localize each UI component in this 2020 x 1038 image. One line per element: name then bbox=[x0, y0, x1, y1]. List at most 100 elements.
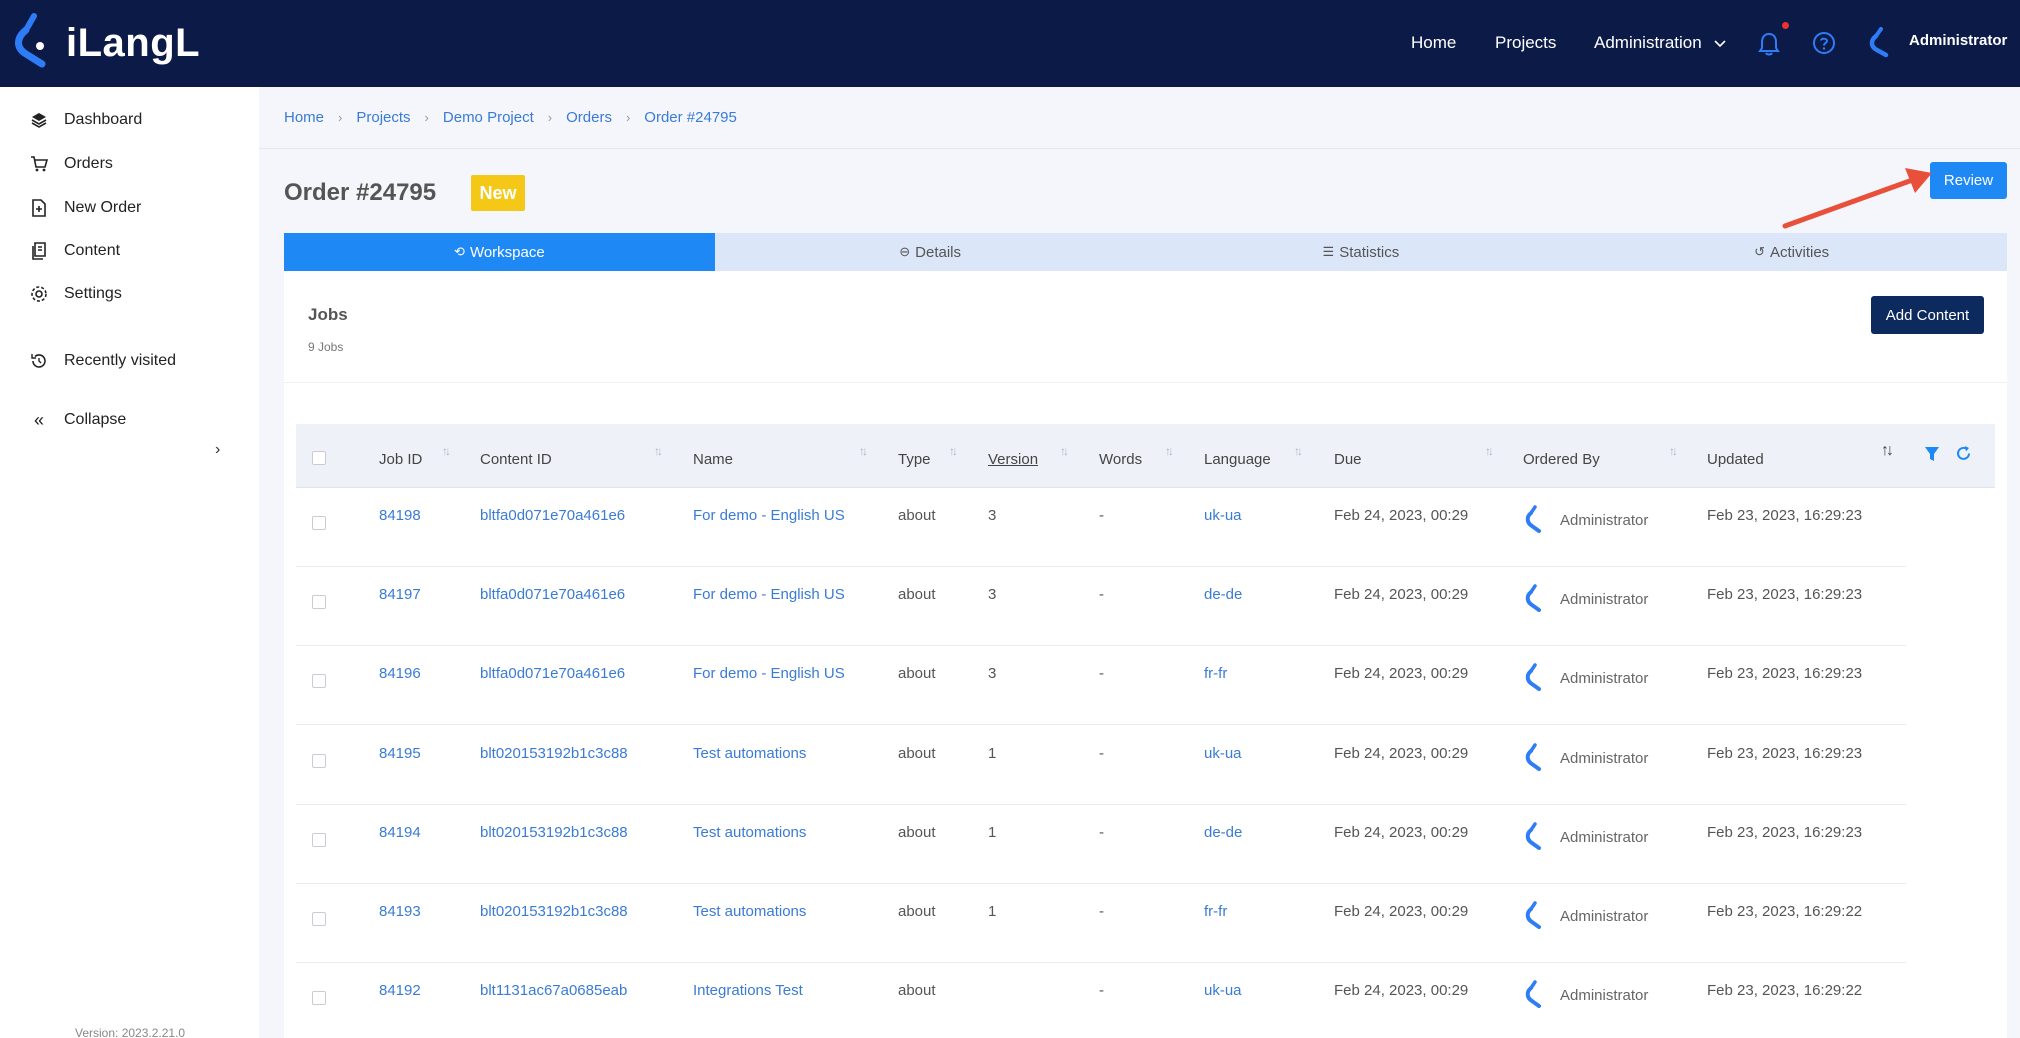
job-type: about bbox=[898, 744, 936, 762]
column-header-language[interactable]: Language bbox=[1204, 451, 1271, 468]
nav-administration-menu[interactable]: Administration bbox=[1594, 33, 1727, 53]
sidebar-item-orders[interactable]: Orders bbox=[28, 153, 113, 175]
sort-icon[interactable]: ↑↓ bbox=[1060, 444, 1069, 458]
row-checkbox[interactable] bbox=[312, 832, 326, 847]
job-id-link[interactable]: 84196 bbox=[379, 665, 421, 682]
status-badge: New bbox=[471, 175, 525, 211]
row-checkbox[interactable] bbox=[312, 753, 326, 768]
column-header-name[interactable]: Name bbox=[693, 451, 733, 468]
tab-activities[interactable]: ↺ Activities bbox=[1576, 233, 2007, 271]
refresh-icon[interactable] bbox=[1955, 445, 1972, 462]
job-name-link[interactable]: For demo - English US bbox=[693, 586, 845, 603]
breadcrumb-orders[interactable]: Orders bbox=[566, 109, 612, 126]
sort-icon[interactable]: ↑↓ bbox=[1294, 444, 1303, 458]
chevron-right-icon[interactable]: › bbox=[215, 441, 220, 459]
nav-projects-link[interactable]: Projects bbox=[1495, 33, 1556, 53]
column-header-words[interactable]: Words bbox=[1099, 451, 1142, 468]
row-checkbox[interactable] bbox=[312, 991, 326, 1006]
job-language-link[interactable]: de-de bbox=[1204, 824, 1242, 841]
ordered-by-avatar-icon bbox=[1525, 742, 1541, 771]
column-header-ordered-by[interactable]: Ordered By bbox=[1523, 451, 1600, 468]
content-id-link[interactable]: bltfa0d071e70a461e6 bbox=[480, 586, 625, 603]
job-language-link[interactable]: uk-ua bbox=[1204, 982, 1242, 999]
row-checkbox[interactable] bbox=[312, 595, 326, 610]
sidebar-item-dashboard[interactable]: Dashboard bbox=[28, 109, 142, 131]
row-checkbox[interactable] bbox=[312, 912, 326, 926]
job-id-link[interactable]: 84195 bbox=[379, 745, 421, 762]
sort-icon[interactable]: ↑↓ bbox=[859, 444, 868, 458]
row-checkbox[interactable] bbox=[312, 516, 326, 530]
column-header-job-id[interactable]: Job ID bbox=[379, 451, 422, 468]
workspace-icon: ⟲ bbox=[454, 244, 465, 259]
content-id-link[interactable]: blt020153192b1c3c88 bbox=[480, 824, 628, 841]
row-checkbox[interactable] bbox=[312, 674, 326, 689]
sort-icon[interactable]: ↑↓ bbox=[1669, 444, 1678, 458]
sidebar-item-new-order[interactable]: New Order bbox=[28, 197, 141, 219]
job-type: about bbox=[898, 665, 936, 683]
sidebar-item-content[interactable]: Content bbox=[28, 240, 120, 262]
select-all-checkbox[interactable] bbox=[312, 451, 326, 465]
job-language-link[interactable]: de-de bbox=[1204, 586, 1242, 603]
app-logo[interactable]: iLangL bbox=[12, 12, 200, 74]
ilangl-logo-icon bbox=[15, 13, 46, 68]
column-header-updated[interactable]: Updated bbox=[1707, 451, 1764, 468]
ordered-by-avatar-icon bbox=[1525, 663, 1541, 692]
job-id-link[interactable]: 84194 bbox=[379, 824, 421, 841]
notification-bell-icon[interactable] bbox=[1757, 31, 1781, 57]
column-header-version[interactable]: Version bbox=[988, 451, 1038, 468]
sort-icon[interactable]: ↑↓ bbox=[949, 444, 958, 458]
job-name-link[interactable]: Integrations Test bbox=[693, 982, 803, 999]
job-name-link[interactable]: For demo - English US bbox=[693, 507, 845, 524]
table-row: 84198 bltfa0d071e70a461e6 For demo - Engli… bbox=[296, 488, 1906, 567]
content-id-link[interactable]: blt020153192b1c3c88 bbox=[480, 745, 628, 762]
help-icon[interactable] bbox=[1812, 31, 1836, 55]
job-language-link[interactable]: uk-ua bbox=[1204, 507, 1242, 524]
job-name-link[interactable]: Test automations bbox=[693, 745, 806, 762]
column-header-content-id[interactable]: Content ID bbox=[480, 451, 552, 468]
breadcrumb-home[interactable]: Home bbox=[284, 109, 324, 126]
breadcrumb-demo-project[interactable]: Demo Project bbox=[443, 109, 534, 126]
breadcrumb-current-order[interactable]: Order #24795 bbox=[644, 109, 737, 126]
filter-icon[interactable] bbox=[1924, 446, 1940, 462]
sort-descending-icon[interactable]: ↑↓ bbox=[1881, 442, 1894, 460]
job-id-link[interactable]: 84197 bbox=[379, 586, 421, 603]
nav-home-link[interactable]: Home bbox=[1411, 33, 1456, 53]
gear-icon bbox=[28, 283, 50, 305]
tab-workspace[interactable]: ⟲ Workspace bbox=[284, 233, 715, 271]
breadcrumb: Home › Projects › Demo Project › Orders … bbox=[259, 87, 2020, 149]
content-id-link[interactable]: bltfa0d071e70a461e6 bbox=[480, 665, 625, 682]
job-id-link[interactable]: 84198 bbox=[379, 507, 421, 524]
content-id-link[interactable]: blt1131ac67a0685eab bbox=[480, 982, 627, 999]
column-header-due[interactable]: Due bbox=[1334, 451, 1362, 468]
sidebar-collapse-button[interactable]: « Collapse bbox=[28, 409, 126, 431]
nav-administration-label: Administration bbox=[1594, 33, 1702, 52]
sort-icon[interactable]: ↑↓ bbox=[442, 444, 451, 458]
job-name-link[interactable]: For demo - English US bbox=[693, 665, 845, 682]
sort-icon[interactable]: ↑↓ bbox=[654, 444, 663, 458]
review-button[interactable]: Review bbox=[1930, 162, 2007, 199]
tab-statistics[interactable]: ☰ Statistics bbox=[1146, 233, 1577, 271]
job-name-link[interactable]: Test automations bbox=[693, 903, 806, 920]
sort-icon[interactable]: ↑↓ bbox=[1485, 444, 1494, 458]
user-name[interactable]: Administrator bbox=[1909, 32, 2007, 49]
content-id-link[interactable]: blt020153192b1c3c88 bbox=[480, 903, 628, 920]
double-chevron-left-icon: « bbox=[33, 409, 44, 430]
sidebar-item-settings[interactable]: Settings bbox=[28, 283, 122, 305]
tab-label: Details bbox=[915, 243, 961, 261]
content-id-link[interactable]: bltfa0d071e70a461e6 bbox=[480, 507, 625, 524]
add-content-button[interactable]: Add Content bbox=[1871, 296, 1984, 334]
job-language-link[interactable]: fr-fr bbox=[1204, 665, 1227, 682]
job-id-link[interactable]: 84192 bbox=[379, 982, 421, 999]
job-language-link[interactable]: fr-fr bbox=[1204, 903, 1227, 920]
ordered-by-name: Administrator bbox=[1560, 512, 1649, 529]
job-language-link[interactable]: uk-ua bbox=[1204, 745, 1242, 762]
user-avatar-icon[interactable] bbox=[1868, 26, 1894, 58]
breadcrumb-projects[interactable]: Projects bbox=[356, 109, 410, 126]
sidebar-item-recently-visited[interactable]: Recently visited bbox=[28, 350, 176, 372]
divider bbox=[284, 382, 2007, 383]
tab-details[interactable]: ⊖ Details bbox=[715, 233, 1146, 271]
sort-icon[interactable]: ↑↓ bbox=[1165, 444, 1174, 458]
job-id-link[interactable]: 84193 bbox=[379, 903, 421, 920]
column-header-type[interactable]: Type bbox=[898, 451, 931, 468]
job-name-link[interactable]: Test automations bbox=[693, 824, 806, 841]
